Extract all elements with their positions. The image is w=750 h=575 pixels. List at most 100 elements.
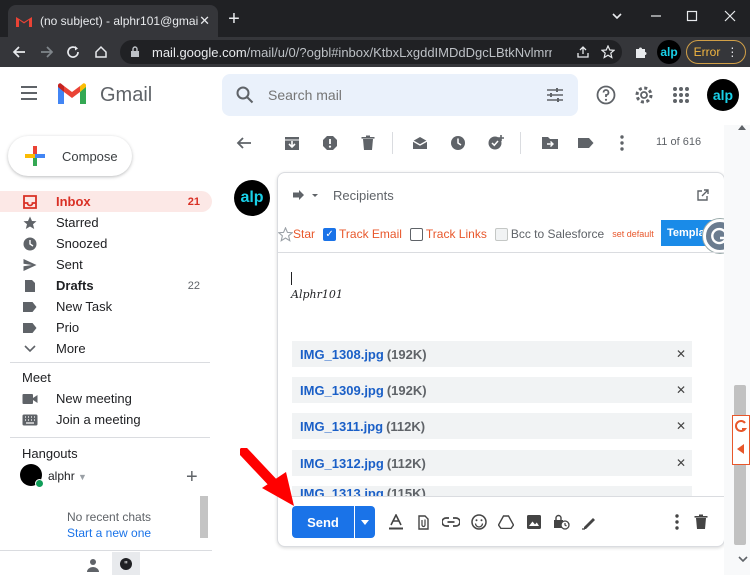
browser-tab[interactable]: (no subject) - alphr101@gmail.co ✕ bbox=[8, 5, 218, 37]
attachment-chip[interactable]: IMG_1308.jpg (192K) ✕ bbox=[292, 341, 692, 367]
attachment-chip-partial[interactable]: IMG_1313.jpg (115K) bbox=[292, 486, 692, 496]
formatting-options-icon[interactable] bbox=[386, 512, 406, 532]
extension-logo-icon bbox=[735, 419, 747, 433]
sidebar-item-starred[interactable]: Starred bbox=[0, 212, 212, 233]
reload-icon[interactable] bbox=[62, 41, 84, 63]
attach-file-icon[interactable] bbox=[413, 512, 433, 532]
send-options-button[interactable] bbox=[355, 506, 375, 538]
star-option[interactable]: Star bbox=[278, 226, 315, 242]
report-spam-icon[interactable] bbox=[320, 133, 340, 153]
insert-photo-icon[interactable] bbox=[524, 512, 544, 532]
set-default-link[interactable]: set default bbox=[612, 229, 654, 239]
recipients-field[interactable]: Recipients bbox=[333, 188, 394, 203]
google-drive-icon[interactable] bbox=[496, 512, 516, 532]
track-email-checkbox[interactable]: ✓ bbox=[323, 227, 337, 241]
hangouts-tab-active[interactable]: " bbox=[112, 552, 140, 575]
forward-icon[interactable] bbox=[292, 189, 318, 201]
track-links-checkbox[interactable] bbox=[409, 227, 423, 241]
back-icon[interactable] bbox=[234, 133, 254, 153]
sidebar-item-prio[interactable]: Prio bbox=[0, 317, 212, 338]
mark-unread-icon[interactable] bbox=[410, 133, 430, 153]
send-button[interactable]: Send bbox=[292, 506, 354, 538]
address-bar[interactable]: mail.google.com/mail/u/0/?ogbl#inbox/Ktb… bbox=[120, 40, 622, 64]
remove-attachment-icon[interactable]: ✕ bbox=[676, 347, 686, 361]
sidebar-item-new-task[interactable]: New Task bbox=[0, 296, 212, 317]
bcc-salesforce-checkbox[interactable] bbox=[494, 227, 508, 241]
more-options-icon[interactable] bbox=[612, 133, 632, 153]
minimize-icon[interactable] bbox=[644, 4, 668, 28]
video-camera-icon bbox=[22, 391, 38, 407]
sidebar-item-sent[interactable]: Sent bbox=[0, 254, 212, 275]
hangouts-user-name[interactable]: alphr ▼ bbox=[48, 469, 87, 483]
attachment-name[interactable]: IMG_1311.jpg bbox=[300, 419, 383, 434]
emoji-icon[interactable] bbox=[469, 512, 489, 532]
delete-icon[interactable] bbox=[358, 133, 378, 153]
meet-new-meeting[interactable]: New meeting bbox=[0, 388, 212, 409]
insert-link-icon[interactable] bbox=[441, 512, 461, 532]
move-to-icon[interactable] bbox=[540, 133, 560, 153]
maximize-icon[interactable] bbox=[680, 4, 704, 28]
add-task-icon[interactable] bbox=[486, 133, 506, 153]
filter-icon[interactable] bbox=[546, 87, 564, 103]
snooze-icon[interactable] bbox=[448, 133, 468, 153]
extension-side-panel-tab[interactable] bbox=[732, 415, 750, 465]
popout-icon[interactable] bbox=[697, 189, 709, 201]
scroll-down-chevron-icon[interactable] bbox=[738, 556, 748, 562]
sidebar-scrollbar[interactable] bbox=[200, 496, 208, 538]
new-chat-plus-icon[interactable]: + bbox=[186, 466, 198, 489]
remove-attachment-icon[interactable]: ✕ bbox=[676, 456, 686, 470]
insert-signature-icon[interactable] bbox=[579, 512, 599, 532]
sidebar-item-more[interactable]: More bbox=[0, 338, 212, 359]
scroll-up-arrow-icon[interactable] bbox=[738, 125, 746, 130]
share-icon[interactable] bbox=[572, 41, 594, 63]
more-options-icon[interactable] bbox=[667, 512, 687, 532]
hamburger-icon[interactable] bbox=[20, 85, 38, 101]
remove-attachment-icon[interactable]: ✕ bbox=[676, 383, 686, 397]
apps-icon[interactable] bbox=[670, 84, 692, 106]
attachment-name[interactable]: IMG_1309.jpg bbox=[300, 383, 384, 398]
start-chat-link[interactable]: Start a new one bbox=[67, 526, 151, 540]
extensions-puzzle-icon[interactable] bbox=[630, 41, 652, 63]
label-as-icon[interactable] bbox=[576, 133, 596, 153]
bcc-salesforce-option[interactable]: Bcc to Salesforce bbox=[494, 227, 604, 241]
home-icon[interactable] bbox=[90, 41, 112, 63]
tab-search-icon[interactable] bbox=[605, 4, 629, 28]
settings-icon[interactable] bbox=[633, 84, 655, 106]
remove-attachment-icon[interactable]: ✕ bbox=[676, 419, 686, 433]
discard-draft-icon[interactable] bbox=[691, 512, 711, 532]
scrollbar-thumb[interactable] bbox=[734, 385, 746, 545]
email-signature: Alphr101 bbox=[291, 288, 343, 301]
tab-close-icon[interactable]: ✕ bbox=[199, 13, 210, 29]
attachment-chip[interactable]: IMG_1311.jpg (112K) ✕ bbox=[292, 413, 692, 439]
attachment-name[interactable]: IMG_1313.jpg bbox=[300, 486, 384, 496]
track-links-option[interactable]: Track Links bbox=[409, 227, 487, 241]
archive-icon[interactable] bbox=[282, 133, 302, 153]
help-icon[interactable] bbox=[595, 84, 617, 106]
attachment-chip[interactable]: IMG_1309.jpg (192K) ✕ bbox=[292, 377, 692, 403]
profile-avatar[interactable]: alp bbox=[657, 40, 681, 64]
search-icon[interactable] bbox=[236, 86, 254, 104]
sidebar-item-inbox[interactable]: Inbox 21 bbox=[0, 191, 212, 212]
close-window-icon[interactable] bbox=[718, 4, 742, 28]
new-tab-button[interactable]: + bbox=[224, 9, 244, 29]
account-avatar[interactable]: alp bbox=[707, 79, 739, 111]
error-profile-button[interactable]: Error ⋮ bbox=[686, 40, 746, 64]
track-email-option[interactable]: ✓ Track Email bbox=[323, 227, 402, 241]
gmail-logo[interactable] bbox=[56, 82, 88, 106]
compose-button[interactable]: Compose bbox=[8, 136, 132, 176]
confidential-mode-icon[interactable] bbox=[551, 512, 571, 532]
search-bar[interactable] bbox=[222, 74, 578, 116]
sidebar-item-drafts[interactable]: Drafts 22 bbox=[0, 275, 212, 296]
meet-join-meeting[interactable]: Join a meeting bbox=[0, 409, 212, 430]
back-nav-icon[interactable] bbox=[8, 41, 30, 63]
attachment-name[interactable]: IMG_1312.jpg bbox=[300, 456, 384, 471]
bookmark-star-icon[interactable] bbox=[597, 41, 619, 63]
person-icon[interactable] bbox=[86, 558, 100, 572]
attachment-chip[interactable]: IMG_1312.jpg (112K) ✕ bbox=[292, 450, 692, 476]
attachment-name[interactable]: IMG_1308.jpg bbox=[300, 347, 384, 362]
sidebar-item-snoozed[interactable]: Snoozed bbox=[0, 233, 212, 254]
forward-nav-icon[interactable] bbox=[36, 41, 58, 63]
search-input[interactable] bbox=[268, 87, 508, 103]
draft-count: 22 bbox=[187, 279, 200, 292]
svg-text:": " bbox=[124, 561, 128, 571]
